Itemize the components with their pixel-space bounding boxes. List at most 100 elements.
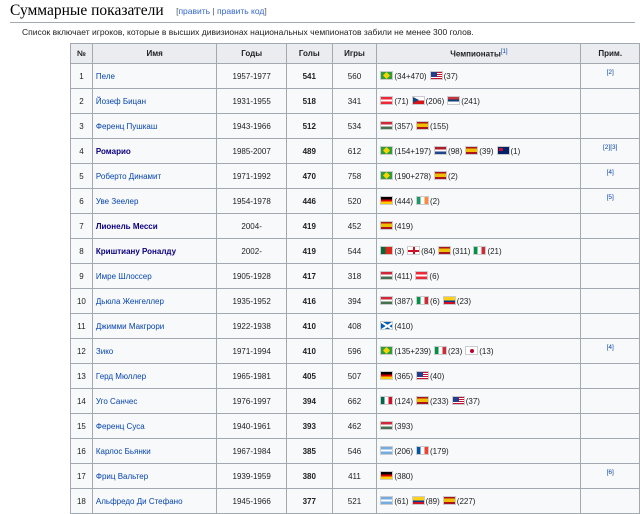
championship-entry: (40): [416, 371, 444, 381]
austria-flag-icon[interactable]: [380, 96, 394, 105]
player-name-link[interactable]: Имре Шлоссер: [91, 263, 218, 289]
japan-flag-icon[interactable]: [465, 346, 479, 355]
championship-goals: (40): [430, 372, 445, 381]
spain-flag-icon[interactable]: [438, 246, 452, 255]
row-games: 560: [331, 63, 378, 89]
player-name-link[interactable]: Герд Мюллер: [91, 363, 218, 389]
player-name-link[interactable]: Карлос Бьянки: [91, 438, 218, 464]
italy-flag-icon[interactable]: [416, 296, 430, 305]
championship-goals: (380): [394, 472, 414, 481]
player-name-link[interactable]: Ромарио: [91, 138, 218, 164]
scotland-flag-icon[interactable]: [380, 321, 394, 330]
hungary-flag-icon[interactable]: [380, 421, 394, 430]
germany-flag-icon[interactable]: [380, 196, 394, 205]
mexico-flag-icon[interactable]: [380, 396, 394, 405]
colombia-flag-icon[interactable]: [442, 296, 456, 305]
header-note[interactable]: Прим.: [580, 43, 640, 64]
player-name-link[interactable]: Уве Зеелер: [91, 188, 218, 214]
spain-flag-icon[interactable]: [416, 396, 430, 405]
championship-goals: (135+239): [394, 347, 432, 356]
reference-link[interactable]: [2][3]: [603, 144, 617, 151]
row-games: 612: [331, 138, 378, 164]
player-name-link[interactable]: Фриц Вальтер: [91, 463, 218, 489]
spain-flag-icon[interactable]: [434, 171, 448, 180]
usa-flag-icon[interactable]: [429, 71, 443, 80]
row-number: 6: [70, 188, 93, 214]
table-row: 17 Фриц Вальтер 1939-1959 380 411 (380) [6]: [70, 463, 640, 489]
player-name-link[interactable]: Зико: [91, 338, 218, 364]
row-championships: (411) (6): [376, 263, 582, 289]
spain-flag-icon[interactable]: [442, 496, 456, 505]
italy-flag-icon[interactable]: [473, 246, 487, 255]
header-name[interactable]: Имя: [91, 43, 218, 64]
header-champs-ref[interactable]: [1]: [501, 49, 508, 55]
spain-flag-icon[interactable]: [465, 146, 479, 155]
championship-goals: (190+278): [394, 172, 432, 181]
germany-flag-icon[interactable]: [380, 371, 394, 380]
championship-entry: (444): [380, 196, 413, 206]
usa-flag-icon[interactable]: [416, 371, 430, 380]
reference-link[interactable]: [2]: [607, 69, 614, 76]
championship-entry: (37): [451, 396, 480, 406]
championship-entry: (98): [434, 146, 462, 156]
spain-flag-icon[interactable]: [380, 221, 394, 230]
scorers-table: № Имя Годы Голы Игры Чемпионаты[1] Прим.…: [70, 43, 640, 514]
player-name-link[interactable]: Альфредо Ди Стефано: [91, 488, 218, 514]
player-name-link[interactable]: Уго Санчес: [91, 388, 218, 414]
header-years[interactable]: Годы: [216, 43, 287, 64]
netherlands-flag-icon[interactable]: [434, 146, 448, 155]
row-years: 1985-2007: [216, 138, 287, 164]
championship-entry: (13): [465, 346, 494, 356]
header-goals[interactable]: Голы: [285, 43, 333, 64]
france-flag-icon[interactable]: [416, 446, 430, 455]
brazil-flag-icon[interactable]: [380, 71, 394, 80]
header-num[interactable]: №: [70, 43, 93, 64]
australia-flag-icon[interactable]: [496, 146, 510, 155]
italy-flag-icon[interactable]: [434, 346, 448, 355]
portugal-flag-icon[interactable]: [380, 246, 394, 255]
brazil-flag-icon[interactable]: [380, 346, 394, 355]
player-name-link[interactable]: Ференц Пушкаш: [91, 113, 218, 139]
edit-code-link[interactable]: править код: [217, 6, 264, 16]
row-number: 2: [70, 88, 93, 114]
row-championships: (365) (40): [376, 363, 582, 389]
player-name-link[interactable]: Криштиану Роналду: [91, 238, 218, 264]
row-number: 17: [70, 463, 93, 489]
row-games: 520: [331, 188, 378, 214]
championship-goals: (61): [394, 497, 409, 506]
table-row: 4 Ромарио 1985-2007 489 612 (154+197) (98) (39)…: [70, 138, 640, 164]
serbia-flag-icon[interactable]: [447, 96, 461, 105]
header-champs[interactable]: Чемпионаты[1]: [376, 43, 582, 64]
ireland-flag-icon[interactable]: [416, 196, 430, 205]
brazil-flag-icon[interactable]: [380, 171, 394, 180]
championship-goals: (37): [443, 72, 458, 81]
argentina-flag-icon[interactable]: [380, 496, 394, 505]
usa-flag-icon[interactable]: [451, 396, 465, 405]
player-name-link[interactable]: Дьюла Женгеллер: [91, 288, 218, 314]
player-name-link[interactable]: Пеле: [91, 63, 218, 89]
reference-link[interactable]: [5]: [607, 194, 614, 201]
colombia-flag-icon[interactable]: [411, 496, 425, 505]
header-games[interactable]: Игры: [331, 43, 378, 64]
germany-flag-icon[interactable]: [380, 471, 394, 480]
spain-flag-icon[interactable]: [416, 121, 430, 130]
hungary-flag-icon[interactable]: [380, 271, 394, 280]
austria-flag-icon[interactable]: [415, 271, 429, 280]
brazil-flag-icon[interactable]: [380, 146, 394, 155]
championship-goals: (179): [430, 447, 449, 456]
argentina-flag-icon[interactable]: [380, 446, 394, 455]
championship-goals: (37): [465, 397, 480, 406]
hungary-flag-icon[interactable]: [380, 296, 394, 305]
player-name-link[interactable]: Лионель Месси: [91, 213, 218, 239]
player-name-link[interactable]: Роберто Динамит: [91, 163, 218, 189]
england-flag-icon[interactable]: [407, 246, 421, 255]
reference-link[interactable]: [4]: [607, 169, 614, 176]
hungary-flag-icon[interactable]: [380, 121, 394, 130]
czech-flag-icon[interactable]: [411, 96, 425, 105]
player-name-link[interactable]: Джимми Макгрори: [91, 313, 218, 339]
reference-link[interactable]: [4]: [607, 344, 614, 351]
reference-link[interactable]: [6]: [607, 469, 614, 476]
edit-link[interactable]: править: [178, 6, 210, 16]
player-name-link[interactable]: Ференц Суса: [91, 413, 218, 439]
player-name-link[interactable]: Йозеф Бицан: [91, 88, 218, 114]
